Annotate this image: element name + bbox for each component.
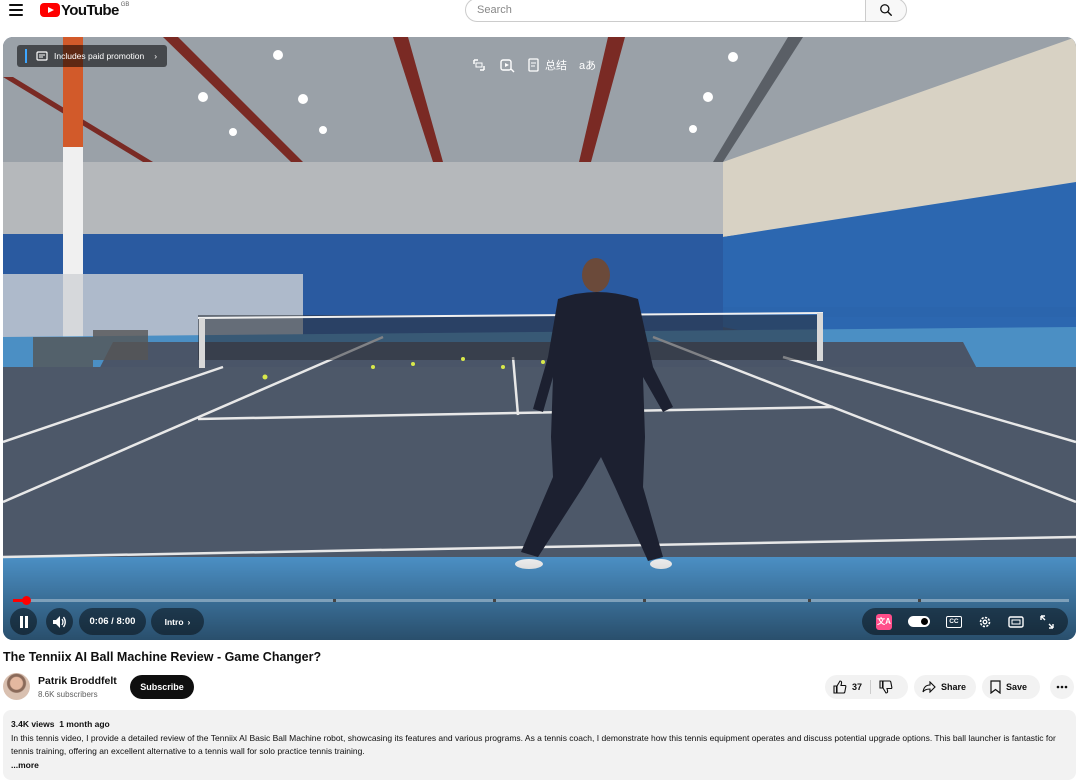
chapter-marker — [333, 599, 336, 602]
subscriber-count: 8.6K subscribers — [38, 690, 98, 699]
search-bar — [465, 0, 907, 22]
progress-bar[interactable] — [13, 596, 1069, 605]
share-label: Share — [941, 682, 967, 692]
promo-accent-bar — [25, 49, 27, 63]
ai-translate-icon[interactable]: 文A — [876, 613, 893, 630]
chapter-marker — [808, 599, 811, 602]
time-display: 0:06 / 8:00 — [79, 608, 146, 635]
video-clip-icon[interactable] — [499, 57, 515, 73]
promotion-icon — [36, 51, 48, 61]
more-horizontal-icon — [1056, 685, 1068, 689]
theater-mode-icon[interactable] — [1008, 615, 1024, 628]
pause-icon — [19, 615, 28, 628]
chapter-marker — [493, 599, 496, 602]
share-button[interactable]: Share — [914, 675, 976, 699]
chapter-marker — [643, 599, 646, 602]
logo-text: YouTube — [61, 1, 119, 19]
channel-name[interactable]: Patrik Broddfelt — [38, 675, 117, 687]
menu-icon[interactable] — [9, 4, 23, 16]
video-frame — [3, 37, 1076, 640]
chapter-label: Intro — [164, 616, 184, 627]
search-input[interactable] — [465, 0, 865, 22]
screenshot-icon[interactable] — [471, 57, 487, 73]
search-button[interactable] — [865, 0, 907, 22]
summary-icon — [528, 58, 539, 72]
summary-label: 总结 — [545, 60, 567, 72]
like-dislike-group: 37 — [825, 675, 908, 699]
chevron-right-icon: › — [187, 616, 191, 627]
video-stats: 3.4K views 1 month ago — [11, 718, 1068, 732]
logo-country-code: GB — [120, 2, 130, 8]
paid-promotion-label[interactable]: Includes paid promotion › — [17, 45, 168, 67]
search-icon — [880, 4, 892, 16]
like-divider — [870, 680, 872, 694]
fullscreen-icon[interactable] — [1040, 614, 1054, 629]
more-actions-button[interactable] — [1050, 675, 1074, 699]
subscribe-button[interactable]: Subscribe — [130, 675, 194, 699]
chevron-right-icon: › — [154, 51, 158, 61]
promo-text: Includes paid promotion — [54, 51, 145, 61]
masthead: YouTube GB — [0, 0, 1080, 22]
overlay-toolbar: 总结 aあ — [471, 57, 596, 73]
video-player[interactable]: Includes paid promotion › 总结 aあ 0:06 / 8… — [3, 37, 1076, 640]
summary-tool[interactable]: 总结 — [527, 57, 567, 73]
chapter-button[interactable]: Intro › — [151, 608, 204, 635]
youtube-play-icon — [40, 3, 60, 17]
video-title: The Tenniix AI Ball Machine Review - Gam… — [3, 650, 322, 664]
save-button[interactable]: Save — [982, 675, 1040, 699]
like-count[interactable]: 37 — [852, 682, 862, 692]
youtube-logo[interactable]: YouTube GB — [40, 1, 129, 19]
description-box[interactable]: 3.4K views 1 month ago In this tennis vi… — [3, 710, 1076, 780]
volume-button[interactable] — [46, 608, 73, 635]
volume-icon — [52, 615, 66, 628]
translate-icon[interactable]: aあ — [579, 57, 596, 73]
upload-age: 1 month ago — [59, 719, 110, 729]
thumbs-down-icon[interactable] — [879, 680, 893, 694]
right-controls: 文A CC — [862, 608, 1068, 635]
description-text: In this tennis video, I provide a detail… — [11, 732, 1056, 757]
share-icon — [922, 681, 936, 693]
autoplay-toggle[interactable] — [908, 616, 931, 627]
bookmark-icon — [990, 680, 1001, 694]
thumbs-up-icon[interactable] — [833, 680, 847, 694]
channel-avatar[interactable] — [3, 673, 30, 700]
settings-gear-icon[interactable] — [978, 615, 992, 629]
show-more-link[interactable]: ...more — [11, 759, 1068, 773]
save-label: Save — [1006, 682, 1028, 692]
pause-button[interactable] — [10, 608, 37, 635]
subtitles-button[interactable]: CC — [946, 615, 962, 628]
chapter-marker — [918, 599, 921, 602]
view-count: 3.4K views — [11, 719, 55, 729]
